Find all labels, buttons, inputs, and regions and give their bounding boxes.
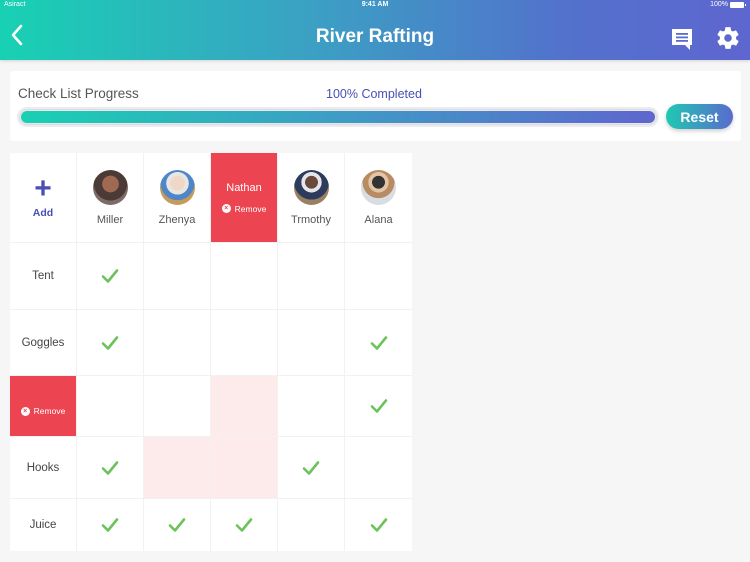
- item-label-cell: Tent: [10, 243, 77, 310]
- item-label-cell[interactable]: × Remove: [10, 376, 77, 437]
- checkmark-icon[interactable]: [101, 459, 119, 477]
- plus-icon: +: [34, 171, 52, 205]
- check-cell[interactable]: [211, 437, 278, 499]
- person-name: Miller: [96, 213, 124, 226]
- app-header: Asiract 9:41 AM 100% River Rafting: [0, 0, 750, 60]
- battery-percent: 100%: [710, 1, 728, 8]
- checklist-grid: + Add Miller Zhenya Nathan × Remove Trmothy Alan…: [10, 153, 412, 551]
- page-title: River Rafting: [315, 26, 435, 47]
- person-name: Nathan: [226, 181, 262, 194]
- avatar: [92, 169, 128, 205]
- chevron-left-icon: [11, 24, 23, 46]
- person-name: Alana: [364, 213, 393, 226]
- item-name: Juice: [29, 519, 57, 531]
- checkmark-icon[interactable]: [168, 516, 186, 534]
- chat-button[interactable]: [670, 27, 694, 51]
- check-cell[interactable]: [345, 437, 412, 499]
- checkmark-icon[interactable]: [370, 397, 388, 415]
- person-header[interactable]: Miller: [77, 153, 144, 243]
- checkmark-icon[interactable]: [370, 334, 388, 352]
- person-header[interactable]: Zhenya: [144, 153, 211, 243]
- check-cell[interactable]: [77, 499, 144, 551]
- avatar: [361, 169, 396, 205]
- check-cell[interactable]: [144, 243, 211, 310]
- check-cell[interactable]: [345, 376, 412, 437]
- check-cell[interactable]: [345, 243, 412, 310]
- person-header[interactable]: Nathan × Remove: [211, 153, 278, 243]
- check-cell[interactable]: [144, 310, 211, 376]
- checkmark-icon[interactable]: [101, 334, 119, 352]
- progress-card: Check List Progress 100% Completed Reset: [10, 71, 741, 141]
- item-name: Tent: [32, 270, 54, 282]
- item-name: Goggles: [21, 336, 65, 349]
- progress-fill: [21, 111, 655, 123]
- reset-button[interactable]: Reset: [666, 104, 733, 129]
- check-cell[interactable]: [345, 499, 412, 551]
- check-cell[interactable]: [278, 376, 345, 437]
- back-button[interactable]: [8, 22, 28, 48]
- avatar: [293, 169, 329, 205]
- check-cell[interactable]: [77, 437, 144, 499]
- gear-icon: [717, 27, 739, 49]
- checkmark-icon[interactable]: [235, 516, 253, 534]
- check-cell[interactable]: [144, 437, 211, 499]
- check-cell[interactable]: [278, 437, 345, 499]
- progress-percent: 100% Completed: [326, 87, 422, 101]
- avatar: [159, 169, 195, 205]
- item-label-cell: Hooks: [10, 437, 77, 499]
- check-cell[interactable]: [144, 376, 211, 437]
- person-name: Zhenya: [158, 213, 196, 226]
- message-icon: [672, 29, 692, 50]
- check-cell[interactable]: [211, 310, 278, 376]
- remove-button[interactable]: × Remove: [20, 406, 66, 416]
- check-cell[interactable]: [278, 499, 345, 551]
- item-name: Hooks: [26, 461, 60, 474]
- remove-label: Remove: [234, 203, 267, 214]
- close-circle-icon: ×: [221, 204, 231, 213]
- checkmark-icon[interactable]: [370, 516, 388, 534]
- item-label-cell: Goggles: [10, 310, 77, 376]
- checkmark-icon[interactable]: [101, 516, 119, 534]
- check-cell[interactable]: [211, 243, 278, 310]
- check-cell[interactable]: [211, 376, 278, 437]
- checkmark-icon[interactable]: [101, 267, 119, 285]
- close-circle-icon: ×: [20, 406, 30, 416]
- remove-button[interactable]: × Remove: [221, 203, 267, 214]
- check-cell[interactable]: [278, 310, 345, 376]
- check-cell[interactable]: [77, 310, 144, 376]
- add-person-button[interactable]: + Add: [10, 153, 77, 243]
- check-cell[interactable]: [278, 243, 345, 310]
- person-name: Trmothy: [291, 213, 331, 226]
- person-header[interactable]: Trmothy: [278, 153, 345, 243]
- battery-icon: [730, 1, 746, 8]
- check-cell[interactable]: [77, 376, 144, 437]
- check-cell[interactable]: [144, 499, 211, 551]
- checkmark-icon[interactable]: [302, 459, 320, 477]
- check-cell[interactable]: [345, 310, 412, 376]
- progress-bar: [17, 107, 659, 127]
- item-label-cell: Juice: [10, 499, 77, 551]
- remove-label: Remove: [33, 406, 66, 416]
- check-cell[interactable]: [211, 499, 278, 551]
- add-label: Add: [32, 206, 54, 219]
- settings-button[interactable]: [715, 25, 741, 51]
- status-time: 9:41 AM: [361, 1, 389, 8]
- person-header[interactable]: Alana: [345, 153, 412, 243]
- battery-status: 100%: [710, 1, 746, 8]
- check-cell[interactable]: [77, 243, 144, 310]
- progress-label: Check List Progress: [18, 86, 139, 101]
